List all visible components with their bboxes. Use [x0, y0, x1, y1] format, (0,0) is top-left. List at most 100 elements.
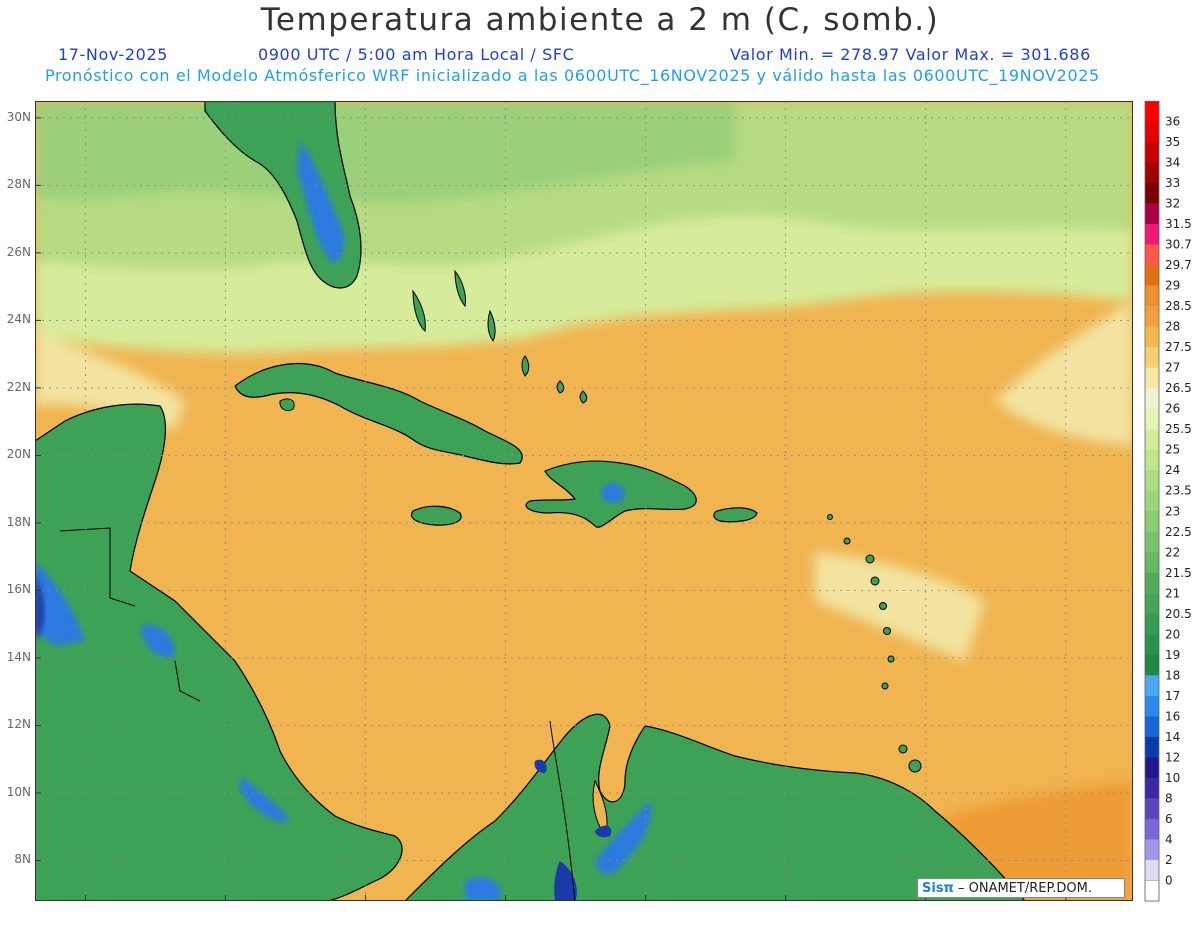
header-time: 0900 UTC / 5:00 am Hora Local / SFC	[258, 45, 575, 64]
colorbar-swatch	[1144, 880, 1160, 902]
colorbar-swatch	[1145, 162, 1159, 184]
colorbar-label: 27.5	[1165, 340, 1192, 354]
colorbar-label: 4	[1165, 832, 1173, 846]
colorbar-label: 25.5	[1165, 422, 1192, 436]
colorbar-swatch	[1145, 326, 1159, 348]
colorbar-label: 34	[1165, 156, 1180, 170]
colorbar-label: 10	[1165, 771, 1180, 785]
colorbar-label: 18	[1165, 668, 1180, 682]
colorbar-label: 8	[1165, 791, 1173, 805]
colorbar-label: 16	[1165, 709, 1180, 723]
colorbar-swatch	[1145, 408, 1159, 430]
colorbar-label: 21.5	[1165, 566, 1192, 580]
colorbar-swatch	[1145, 675, 1159, 697]
colorbar-swatch	[1145, 839, 1159, 861]
colorbar-swatch	[1145, 654, 1159, 676]
colorbar-swatch	[1145, 449, 1159, 471]
colorbar-label: 2	[1165, 853, 1173, 867]
colorbar-label: 36	[1165, 115, 1180, 129]
credit-text: – ONAMET/REP.DOM.	[953, 881, 1092, 896]
colorbar-swatch	[1145, 552, 1159, 574]
colorbar-swatch	[1145, 265, 1159, 286]
colorbar-swatch	[1145, 347, 1159, 368]
lat-tick-label: 8N	[14, 852, 31, 867]
colorbar-swatch	[1145, 367, 1159, 389]
colorbar-label: 26.5	[1165, 381, 1192, 395]
lat-tick-label: 30N	[6, 109, 31, 124]
colorbar-label: 20.5	[1165, 607, 1192, 621]
lat-tick-label: 16N	[6, 582, 31, 597]
colorbar-swatch	[1145, 490, 1159, 512]
colorbar-label: 19	[1165, 648, 1180, 662]
colorbar-swatch	[1145, 716, 1159, 738]
map-title: Temperatura ambiente a 2 m (C, somb.)	[260, 2, 940, 38]
colorbar-label: 28	[1165, 320, 1180, 334]
header-minmax: Valor Min. = 278.97 Valor Max. = 301.686	[730, 45, 1091, 64]
colorbar-label: 22	[1165, 545, 1180, 559]
colorbar-swatch	[1145, 511, 1159, 533]
colorbar-swatch	[1145, 244, 1159, 266]
lat-tick-label: 24N	[6, 312, 31, 327]
colorbar-label: 14	[1165, 730, 1180, 744]
colorbar-swatch	[1145, 101, 1159, 122]
colorbar-swatch	[1145, 798, 1159, 820]
lat-tick-label: 10N	[6, 784, 31, 799]
colorbar-label: 33	[1165, 176, 1180, 190]
lat-tick-label: 26N	[6, 244, 31, 259]
colorbar-swatch	[1145, 470, 1159, 492]
colorbar-label: 31.5	[1165, 217, 1192, 231]
colorbar-swatch	[1145, 777, 1159, 799]
credit-box: Sisπ – ONAMET/REP.DOM.	[917, 878, 1125, 898]
header-model-line: Pronóstico con el Modelo Atmósferico WRF…	[45, 66, 1100, 85]
colorbar-swatch	[1145, 593, 1159, 615]
colorbar-label: 29.7	[1165, 258, 1192, 272]
colorbar-label: 24	[1165, 463, 1180, 477]
lat-tick-label: 20N	[6, 447, 31, 462]
colorbar-label: 21	[1165, 586, 1180, 600]
colorbar-label: 20	[1165, 627, 1180, 641]
colorbar-label: 35	[1165, 135, 1180, 149]
colorbar-label: 22.5	[1165, 525, 1192, 539]
lat-tick-label: 22N	[6, 379, 31, 394]
colorbar-swatch	[1145, 306, 1159, 327]
colorbar-label: 26	[1165, 402, 1180, 416]
colorbar-label: 27	[1165, 361, 1180, 375]
colorbar-swatch	[1145, 203, 1159, 225]
colorbar-label: 29	[1165, 279, 1180, 293]
colorbar-swatch	[1145, 613, 1159, 635]
lat-tick-label: 12N	[6, 717, 31, 732]
colorbar-swatch	[1145, 818, 1159, 840]
temperature-colorbar: 363534333231.530.729.72928.52827.52726.5…	[1144, 101, 1192, 902]
colorbar-swatch	[1145, 285, 1159, 307]
colorbar-label: 28.5	[1165, 299, 1192, 313]
lat-tick-label: 18N	[6, 514, 31, 529]
colorbar-swatch	[1145, 429, 1159, 451]
colorbar-swatch	[1145, 736, 1159, 758]
jamaica-landmass	[411, 505, 462, 526]
colorbar-swatch	[1145, 224, 1159, 245]
colorbar-label: 6	[1165, 812, 1173, 826]
colorbar-swatch	[1145, 695, 1159, 717]
colorbar-swatch	[1145, 572, 1159, 594]
colorbar-swatch	[1145, 757, 1159, 779]
colorbar-swatch	[1145, 859, 1159, 881]
colorbar-swatch	[1145, 142, 1159, 163]
colorbar-swatch	[1145, 183, 1159, 204]
colorbar-label: 0	[1165, 873, 1173, 887]
colorbar-swatch	[1145, 388, 1159, 409]
colorbar-swatch	[1145, 634, 1159, 656]
colorbar-label: 30.7	[1165, 238, 1192, 252]
sispi-logo: Sisπ	[922, 881, 954, 896]
lat-tick-label: 28N	[6, 177, 31, 192]
colorbar-label: 32	[1165, 197, 1180, 211]
colorbar-swatch	[1145, 531, 1159, 553]
colorbar-label: 25	[1165, 443, 1180, 457]
colorbar-label: 12	[1165, 750, 1180, 764]
header-date: 17-Nov-2025	[58, 45, 169, 64]
lat-tick-label: 14N	[6, 649, 31, 664]
colorbar-swatch	[1145, 121, 1159, 143]
colorbar-label: 17	[1165, 689, 1180, 703]
colorbar-label: 23	[1165, 504, 1180, 518]
temperature-map: 90W85W80W75W70W65W60W55W	[35, 101, 1133, 901]
colorbar-label: 23.5	[1165, 484, 1192, 498]
